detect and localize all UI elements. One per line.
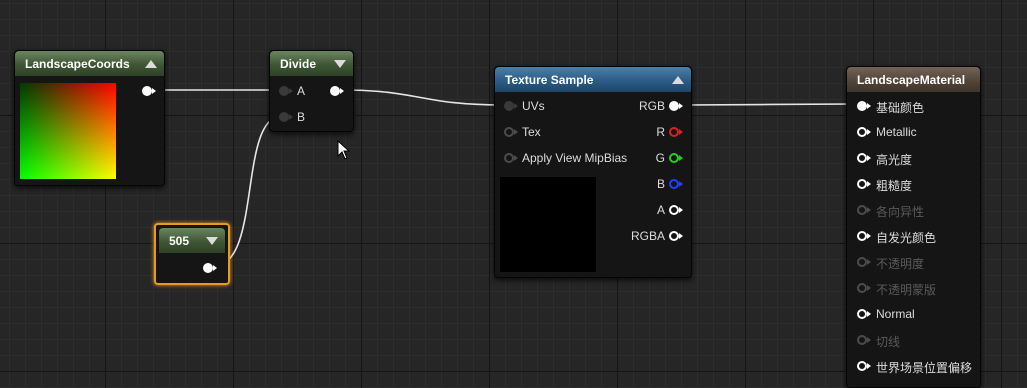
output-pin[interactable] [142,86,156,96]
pin-label-anisotropy: 各向异性 [876,205,925,219]
mouse-cursor-icon [337,140,351,160]
input-pin-mipbias[interactable] [504,153,518,163]
pin-label-emissive: 自发光颜色 [876,231,937,245]
input-pin-specular[interactable] [857,153,871,163]
pin-label-world-position-offset: 世界场景位置偏移 [876,361,973,375]
pin-label-r: R [656,125,665,139]
input-pin-uvs[interactable] [504,101,518,111]
pin-label-specular: 高光度 [876,153,913,167]
output-pin-a[interactable] [669,205,683,215]
texture-sample-node[interactable]: Texture Sample UVs Tex Apply View MipBia… [494,66,692,278]
node-header[interactable]: Divide [270,51,353,76]
pin-label-tex: Tex [522,125,541,139]
input-pin-world-position-offset[interactable] [857,361,871,371]
pin-label-metallic: Metallic [876,125,917,139]
input-pin-metallic[interactable] [857,127,871,137]
input-pin-tangent [857,335,871,345]
output-pin[interactable] [203,263,217,273]
collapse-arrow-down-icon[interactable] [334,59,346,68]
pin-label-base-color: 基础颜色 [876,101,925,115]
node-title: LandscapeCoords [25,56,130,71]
node-title: 505 [169,233,190,248]
collapse-arrow-up-icon[interactable] [672,75,684,84]
output-pin-rgba[interactable] [669,231,683,241]
input-pin-normal[interactable] [857,309,871,319]
pin-label-a: A [297,84,306,98]
input-pin-opacity-mask [857,283,871,293]
node-header[interactable]: LandscapeMaterial [847,67,980,92]
input-pin-emissive[interactable] [857,231,871,241]
output-pin-rgb[interactable] [669,101,683,111]
input-pin-a[interactable] [279,86,293,96]
pin-label-rgb: RGB [638,99,665,113]
wire-rgb-to-base-color[interactable] [680,103,858,106]
pin-label-g: G [655,151,665,165]
node-header[interactable]: 505 [159,228,225,253]
output-pin-g[interactable] [669,153,683,163]
node-header[interactable]: LandscapeCoords [15,51,164,76]
pin-label-mipbias: Apply View MipBias [522,151,628,165]
input-pin-opacity [857,257,871,267]
pin-label-rgba: RGBA [630,229,665,243]
input-pin-tex[interactable] [504,127,518,137]
input-pin-anisotropy [857,205,871,215]
input-pin-base-color[interactable] [857,101,871,111]
pin-label-opacity: 不透明度 [876,257,925,271]
constant-node[interactable]: 505 [154,223,230,285]
pin-label-b: B [656,177,665,191]
pin-label-tangent: 切线 [876,335,901,349]
output-pin[interactable] [330,86,344,96]
pin-label-a: A [656,203,665,217]
output-pin-b[interactable] [669,179,683,189]
coords-preview-overlay [20,83,116,179]
collapse-arrow-down-icon[interactable] [206,236,218,245]
node-title: LandscapeMaterial [857,72,966,87]
node-title: Texture Sample [505,72,594,87]
pin-label-opacity-mask: 不透明蒙版 [876,283,937,297]
pin-label-roughness: 粗糙度 [876,179,913,193]
output-pin-r[interactable] [669,127,683,137]
pin-label-normal: Normal [876,307,915,321]
texture-preview-image [500,177,596,272]
node-header[interactable]: Texture Sample [495,67,691,92]
divide-node[interactable]: Divide A B [269,50,354,132]
collapse-arrow-up-icon[interactable] [145,59,157,68]
pin-label-uvs: UVs [522,99,545,113]
input-pin-b[interactable] [279,112,293,122]
node-title: Divide [280,56,317,71]
wire-divide-to-uvs[interactable] [340,89,504,106]
input-pin-roughness[interactable] [857,179,871,189]
landscape-coords-node[interactable]: LandscapeCoords [14,50,165,186]
pin-label-b: B [297,110,306,124]
landscape-material-node[interactable]: LandscapeMaterial 基础颜色 Metallic 高光度 粗糙度 … [846,66,981,388]
